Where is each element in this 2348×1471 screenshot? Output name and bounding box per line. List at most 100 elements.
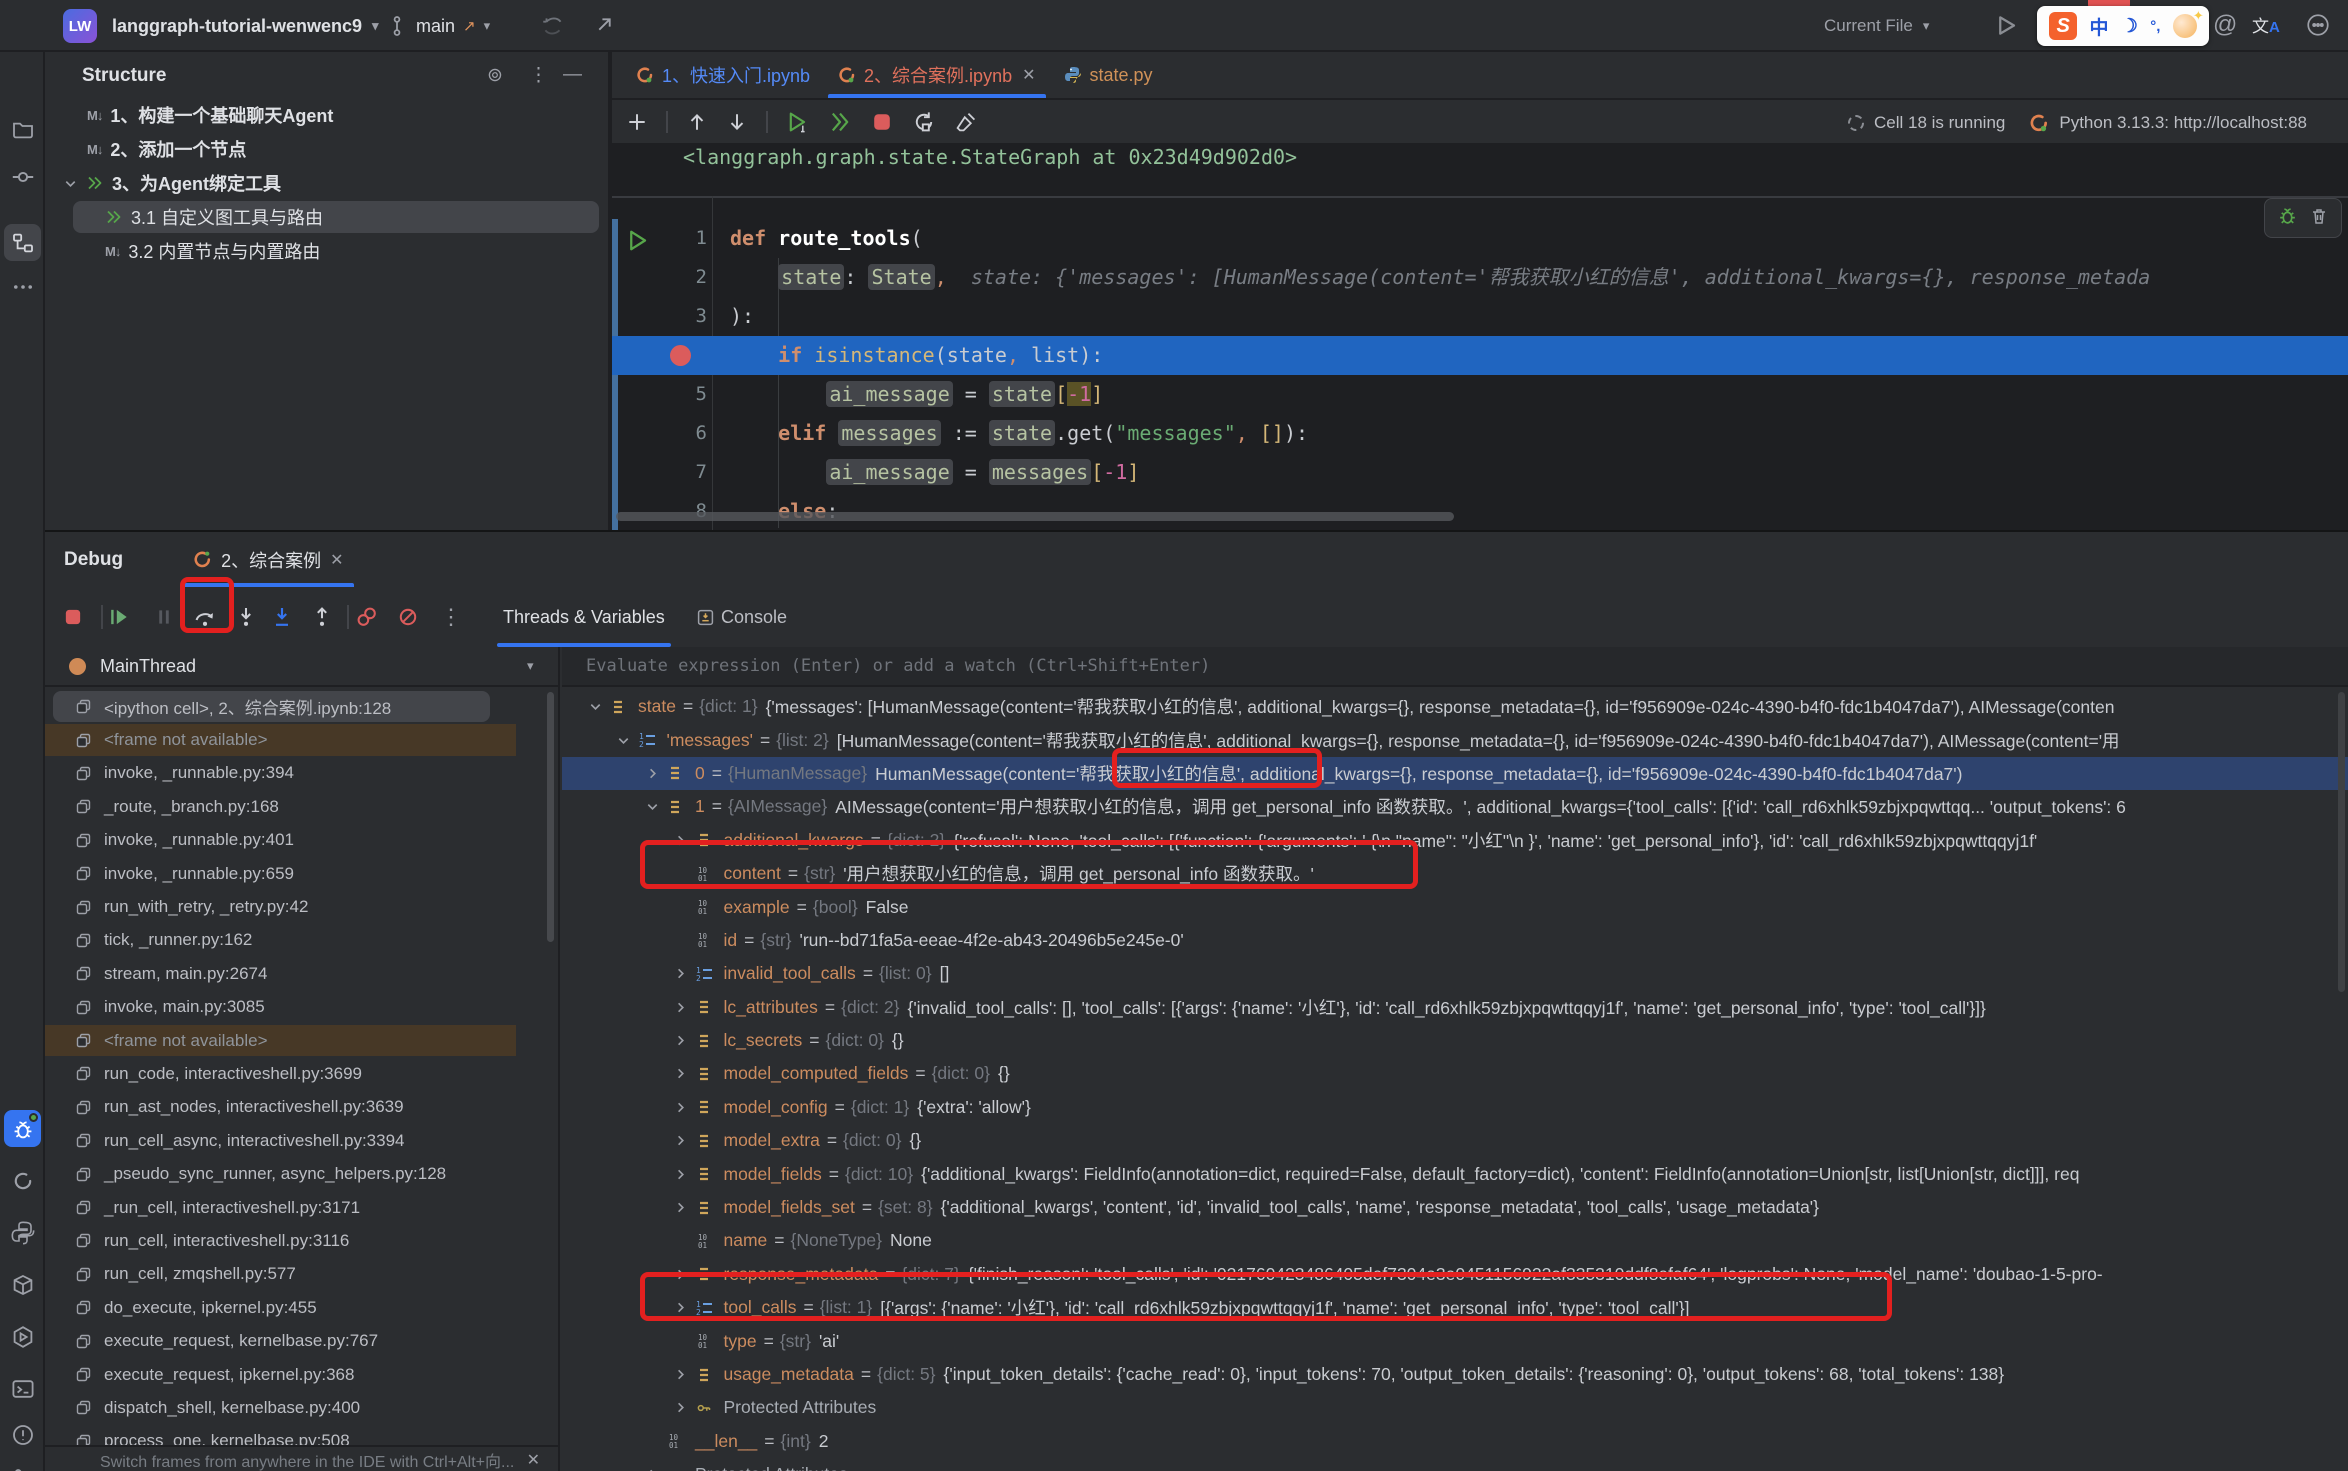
- variable-row[interactable]: 12invalid_tool_calls={list: 0}[]: [562, 957, 2348, 990]
- chevron-right-icon[interactable]: [666, 1300, 696, 1315]
- tab-threads-variables[interactable]: Threads & Variables: [503, 587, 665, 647]
- variable-row[interactable]: model_fields_set={set: 8}{'additional_kw…: [562, 1191, 2348, 1224]
- chevron-right-icon[interactable]: [666, 966, 696, 981]
- structure-item[interactable]: M↓3.2 内置节点与内置路由: [45, 234, 608, 268]
- resume-button[interactable]: [103, 601, 135, 633]
- mention-icon[interactable]: @: [2213, 11, 2237, 39]
- pause-button[interactable]: [148, 601, 180, 633]
- delete-cell-icon[interactable]: [2309, 206, 2329, 231]
- chevron-right-icon[interactable]: [666, 1367, 696, 1382]
- view-options-icon[interactable]: ⊚: [487, 64, 503, 87]
- variable-row[interactable]: 1001type={str}'ai': [562, 1324, 2348, 1357]
- code-line[interactable]: 6 elif messages := state.get("messages",…: [612, 414, 2348, 453]
- chevron-down-icon[interactable]: [63, 176, 78, 191]
- mute-breakpoints-button[interactable]: [392, 601, 424, 633]
- variable-row[interactable]: Protected Attributes: [562, 1458, 2348, 1471]
- code-line[interactable]: 3):: [612, 297, 2348, 336]
- structure-item[interactable]: 3.1 自定义图工具与路由: [45, 200, 608, 234]
- step-out-button[interactable]: [306, 601, 338, 633]
- variable-row[interactable]: lc_attributes={dict: 2}{'invalid_tool_ca…: [562, 991, 2348, 1024]
- stack-frame-row[interactable]: dispatch_shell, kernelbase.py:400: [45, 1391, 558, 1424]
- stack-frame-row[interactable]: process_one, kernelbase.py:508: [45, 1425, 558, 1445]
- breakpoint-icon[interactable]: [670, 345, 691, 366]
- tab-console[interactable]: Console: [697, 587, 787, 647]
- run-cell-button[interactable]: [786, 110, 810, 134]
- variable-row[interactable]: model_computed_fields={dict: 0}{}: [562, 1057, 2348, 1090]
- stack-frame-row[interactable]: run_ast_nodes, interactiveshell.py:3639: [45, 1091, 558, 1124]
- code-line[interactable]: 1def route_tools(: [612, 219, 2348, 258]
- stack-frame-row[interactable]: invoke, _runnable.py:394: [45, 757, 558, 790]
- stack-frame-row[interactable]: _route, _branch.py:168: [45, 790, 558, 823]
- translate-icon[interactable]: 文A: [2252, 12, 2280, 37]
- services-icon[interactable]: [4, 1162, 41, 1199]
- restart-kernel-button[interactable]: [912, 110, 936, 134]
- editor-tab[interactable]: state.py: [1050, 52, 1167, 98]
- editor-tab[interactable]: 2、综合案例.ipynb✕: [824, 52, 1049, 98]
- stack-frame-row[interactable]: run_with_retry, _retry.py:42: [45, 890, 558, 923]
- debug-cell-icon[interactable]: [2277, 205, 2298, 231]
- chevron-right-icon[interactable]: [666, 1200, 696, 1215]
- more-actions-icon[interactable]: ⋮: [435, 601, 467, 633]
- structure-item[interactable]: 3、为Agent绑定工具: [45, 166, 608, 200]
- variable-row[interactable]: response_metadata={dict: 7}{'finish_reas…: [562, 1258, 2348, 1291]
- force-step-into-button[interactable]: [266, 601, 298, 633]
- variable-row[interactable]: model_extra={dict: 0}{}: [562, 1124, 2348, 1157]
- stack-frame-row[interactable]: <frame not available>: [45, 1024, 558, 1057]
- step-into-button[interactable]: [230, 601, 262, 633]
- variable-row[interactable]: Protected Attributes: [562, 1391, 2348, 1424]
- open-external-icon[interactable]: [592, 12, 617, 37]
- chevron-right-icon[interactable]: [666, 1133, 696, 1148]
- code-line[interactable]: 5 ai_message = state[-1]: [612, 375, 2348, 414]
- variable-row[interactable]: 0={HumanMessage}HumanMessage(content='帮我…: [562, 757, 2348, 790]
- move-cell-up-button[interactable]: [686, 111, 708, 133]
- compare-arrows-icon[interactable]: [540, 13, 566, 39]
- chevron-right-icon[interactable]: [637, 766, 667, 781]
- variable-row[interactable]: 12'messages'={list: 2}[HumanMessage(cont…: [562, 723, 2348, 756]
- chevron-down-icon[interactable]: [637, 799, 667, 814]
- stack-frame-row[interactable]: run_cell, interactiveshell.py:3116: [45, 1224, 558, 1257]
- variable-row[interactable]: 1={AIMessage}AIMessage(content='用户想获取小红的…: [562, 790, 2348, 823]
- project-selector[interactable]: langgraph-tutorial-wenwenc9 ▾: [112, 0, 379, 52]
- stack-frame-row[interactable]: stream, main.py:2674: [45, 957, 558, 990]
- interrupt-kernel-button[interactable]: [870, 110, 894, 134]
- variable-row[interactable]: 1001content={str}'用户想获取小红的信息，调用 get_pers…: [562, 857, 2348, 890]
- close-icon[interactable]: ✕: [330, 550, 343, 570]
- structure-item[interactable]: M↓1、构建一个基础聊天Agent: [45, 98, 608, 132]
- run-button[interactable]: [1994, 13, 2019, 38]
- more-tools-icon[interactable]: [4, 268, 41, 305]
- variable-row[interactable]: state={dict: 1}{'messages': [HumanMessag…: [562, 690, 2348, 723]
- debug-session-tab[interactable]: 2、综合案例 ✕: [183, 532, 353, 587]
- terminal-icon[interactable]: [4, 1370, 41, 1407]
- project-icon[interactable]: [4, 110, 41, 147]
- variable-row[interactable]: 12tool_calls={list: 1}[{'args': {'name':…: [562, 1291, 2348, 1324]
- structure-icon[interactable]: [4, 224, 41, 261]
- chevron-right-icon[interactable]: [637, 1467, 667, 1471]
- debug-icon[interactable]: [4, 1110, 41, 1147]
- commit-icon[interactable]: [4, 158, 41, 195]
- more-options-icon[interactable]: ⋮: [529, 64, 548, 87]
- variable-row[interactable]: model_fields={dict: 10}{'additional_kwar…: [562, 1157, 2348, 1190]
- chevron-down-icon[interactable]: [609, 733, 639, 748]
- stack-frame-row[interactable]: <frame not available>: [45, 723, 558, 756]
- variable-row[interactable]: 1001name={NoneType}None: [562, 1224, 2348, 1257]
- git-icon[interactable]: [4, 1460, 41, 1471]
- python-packages-icon[interactable]: [4, 1214, 41, 1251]
- branch-selector[interactable]: main ↗ ▾: [416, 0, 490, 52]
- stack-frame-row[interactable]: <ipython cell>, 2、综合案例.ipynb:128: [45, 690, 558, 723]
- stop-button[interactable]: [57, 601, 89, 633]
- variable-row[interactable]: usage_metadata={dict: 5}{'input_token_de…: [562, 1358, 2348, 1391]
- kernel-status[interactable]: Python 3.13.3: http://localhost:88: [2059, 113, 2307, 133]
- stack-frame-row[interactable]: invoke, _runnable.py:659: [45, 857, 558, 890]
- chevron-right-icon[interactable]: [666, 1066, 696, 1081]
- evaluate-expression-input[interactable]: Evaluate expression (Enter) or add a wat…: [562, 647, 2348, 687]
- variable-row[interactable]: 1001__len__={int}2: [562, 1425, 2348, 1458]
- step-over-button[interactable]: [189, 601, 221, 633]
- hide-panel-icon[interactable]: —: [563, 64, 582, 86]
- stack-frame-row[interactable]: run_cell, zmqshell.py:577: [45, 1258, 558, 1291]
- chevron-down-icon[interactable]: [580, 699, 610, 714]
- stack-frame-row[interactable]: _run_cell, interactiveshell.py:3171: [45, 1191, 558, 1224]
- dependencies-icon[interactable]: [4, 1266, 41, 1303]
- variable-row[interactable]: lc_secrets={dict: 0}{}: [562, 1024, 2348, 1057]
- stack-frame-row[interactable]: invoke, main.py:3085: [45, 991, 558, 1024]
- chevron-right-icon[interactable]: [666, 1267, 696, 1282]
